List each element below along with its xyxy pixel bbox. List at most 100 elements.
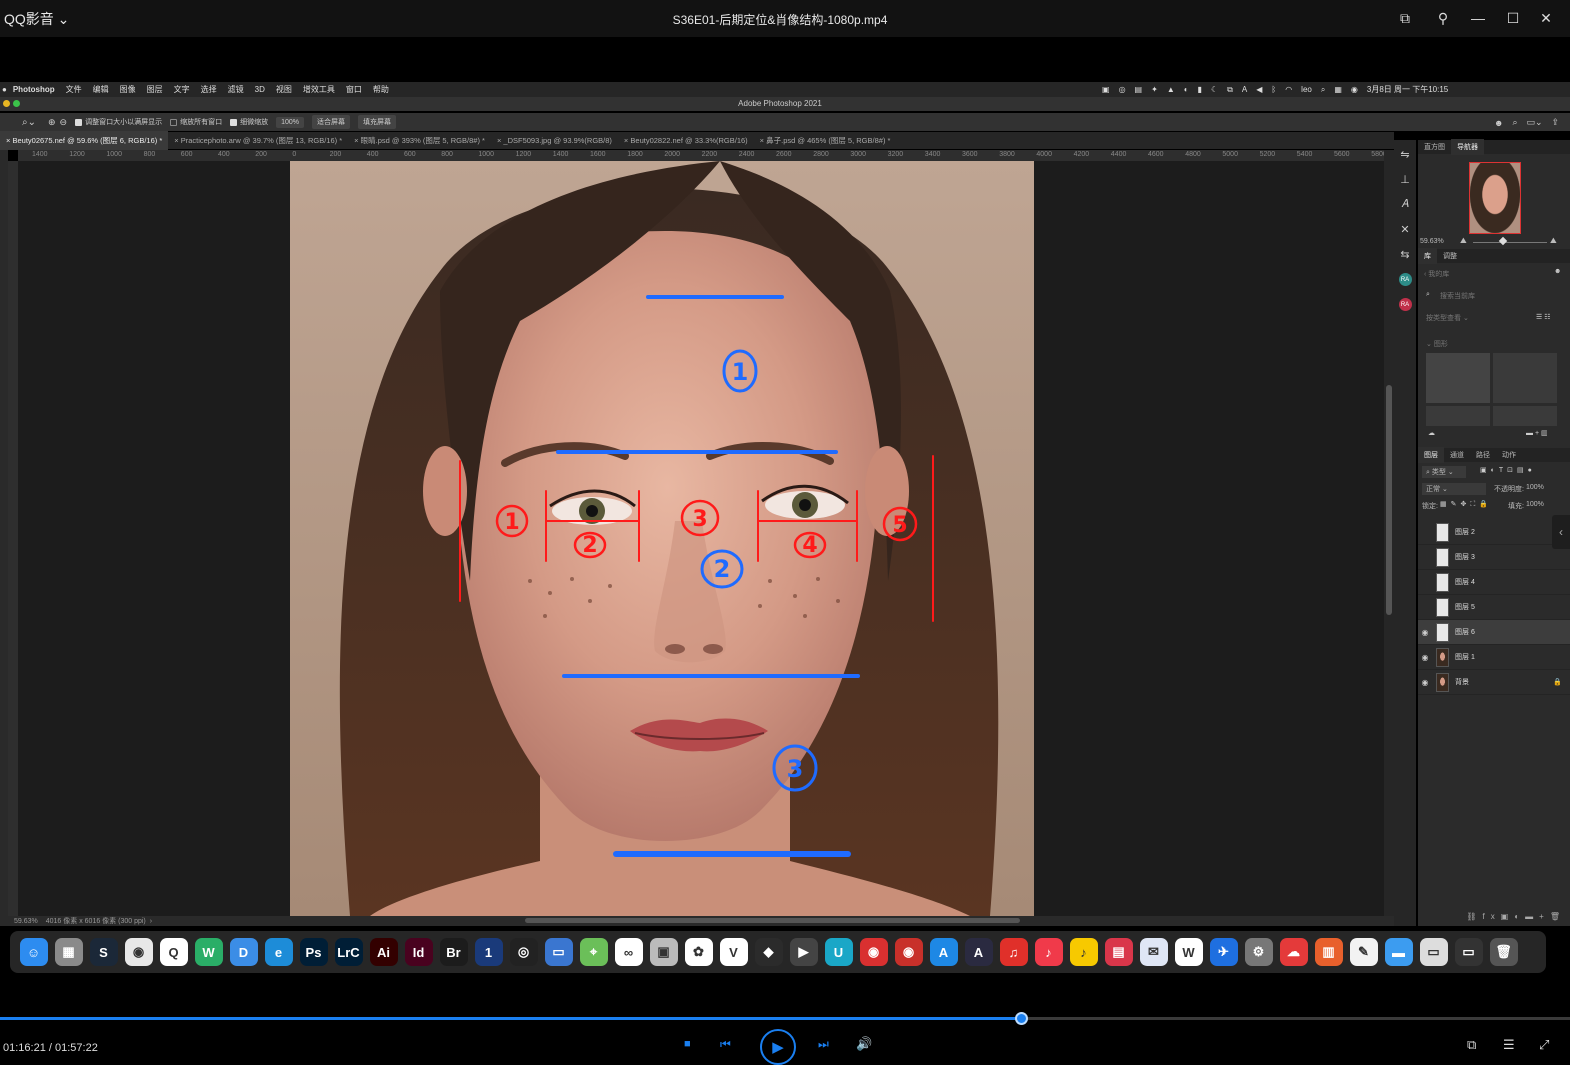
account-icon[interactable]: ☻ <box>1494 118 1503 128</box>
w-app-icon[interactable]: W <box>1174 938 1203 966</box>
opacity-field[interactable]: 100% <box>1526 484 1544 491</box>
ra-plugin-icon[interactable]: RA <box>1398 273 1412 286</box>
resize-windows-checkbox[interactable]: 调整窗口大小以满屏显示 <box>75 117 162 127</box>
scrubby-zoom-checkbox[interactable]: 细微缩放 <box>230 117 268 127</box>
final-cut-icon[interactable]: ▶ <box>789 938 818 966</box>
zoom-all-checkbox[interactable]: 缩放所有窗口 <box>170 117 222 127</box>
menubar-clock[interactable]: 3月8日 周一 下午10:15 <box>1367 84 1448 95</box>
chrome-icon[interactable]: ◉ <box>124 938 153 966</box>
fill-field[interactable]: 100% <box>1526 501 1544 508</box>
zoom-out-icon[interactable]: ⊖ <box>60 117 68 128</box>
layer-row[interactable]: 图层 4 <box>1418 570 1570 595</box>
layer-row[interactable]: ◉ 图层 6 <box>1418 620 1570 645</box>
layer-row[interactable]: 图层 2 <box>1418 520 1570 545</box>
doc-tab[interactable]: × 鼻子.psd @ 465% (图层 5, RGB/8#) * <box>754 131 897 150</box>
history-icon[interactable]: ⇋ <box>1400 148 1409 161</box>
lock-icon[interactable]: 🔒 <box>1553 678 1562 686</box>
zoom-large-icon[interactable]: ⛰ <box>1550 236 1557 246</box>
preview-icon[interactable]: ▭ <box>1419 938 1448 966</box>
trash-icon[interactable]: 🗑 <box>1489 938 1518 966</box>
menu-item[interactable]: 图层 <box>147 84 163 95</box>
eye-icon[interactable]: ◉ <box>1418 653 1432 662</box>
layer-row[interactable]: 图层 3 <box>1418 545 1570 570</box>
layer-name[interactable]: 图层 5 <box>1455 602 1475 612</box>
next-button[interactable]: ⏭ <box>818 1037 829 1052</box>
tab-navigator[interactable]: 导航器 <box>1451 139 1484 155</box>
zoom-small-icon[interactable]: ⛰ <box>1460 236 1467 246</box>
tab-actions[interactable]: 动作 <box>1496 447 1522 463</box>
status-zoom[interactable]: 59.63% <box>14 918 38 925</box>
spark-icon[interactable]: ✈ <box>1209 938 1238 966</box>
library-sort-dropdown[interactable]: 按类型查看 ⌄ <box>1426 313 1469 323</box>
dingtalk-icon[interactable]: D <box>229 938 258 966</box>
video-progress-bar[interactable] <box>0 1012 1570 1025</box>
layer-name[interactable]: 图层 1 <box>1455 652 1475 662</box>
creative-cloud-icon[interactable]: ☁ <box>1279 938 1308 966</box>
menu-item[interactable]: 3D <box>255 85 265 94</box>
input-method-icon[interactable]: A <box>1242 85 1247 94</box>
u-app-icon[interactable]: U <box>824 938 853 966</box>
menu-item[interactable]: 文字 <box>174 84 190 95</box>
volume-icon[interactable]: ◀ <box>1256 85 1262 94</box>
library-back-button[interactable]: ‹ 我的库 <box>1424 269 1449 279</box>
bird-icon[interactable]: ✦ <box>1151 85 1158 94</box>
app-store-icon[interactable]: A <box>929 938 958 966</box>
navicat-icon[interactable]: ◆ <box>754 938 783 966</box>
search-icon[interactable]: ⌕ <box>1426 291 1430 299</box>
finder-icon[interactable]: ☺ <box>19 938 48 966</box>
navigator-thumbnail[interactable] <box>1469 162 1521 234</box>
doc-tab[interactable]: × 眼睛.psd @ 393% (图层 5, RGB/8#) * <box>348 131 491 150</box>
slider-handle[interactable] <box>1498 236 1508 246</box>
settings-icon[interactable]: ☰ <box>1503 1037 1515 1053</box>
apple-icon[interactable]: ● <box>2 85 7 94</box>
layer-row[interactable]: 图层 5 <box>1418 595 1570 620</box>
clipboard-icon[interactable]: ⧉ <box>1227 85 1233 95</box>
textedit-icon[interactable]: ✎ <box>1349 938 1378 966</box>
library-actions-icon[interactable]: ▬ + ▥ <box>1526 429 1548 437</box>
zoom-value-field[interactable]: 100% <box>276 116 304 128</box>
fullscreen-icon[interactable]: ⤢ <box>1539 1037 1549 1053</box>
remote-desktop-icon[interactable]: ▭ <box>544 938 573 966</box>
display-icon[interactable]: ▤ <box>1135 85 1143 94</box>
lock-icons[interactable]: ▦✎✥⛶🔒 <box>1440 500 1492 509</box>
layer-name[interactable]: 背景 <box>1455 677 1469 687</box>
layer-row[interactable]: ◉ 图层 1 <box>1418 645 1570 670</box>
moon-icon[interactable]: ☾ <box>1211 85 1218 94</box>
scroll-thumb[interactable] <box>1386 385 1392 615</box>
menu-item[interactable]: 选择 <box>201 84 217 95</box>
menu-item[interactable]: 文件 <box>66 84 82 95</box>
menu-item[interactable]: 视图 <box>276 84 292 95</box>
tab-histogram[interactable]: 直方图 <box>1418 139 1451 155</box>
library-item[interactable] <box>1493 353 1557 403</box>
sketch-books-icon[interactable]: ▥ <box>1314 938 1343 966</box>
doc-tab-active[interactable]: × Beuty02675.nef @ 59.6% (图层 6, RGB/16) … <box>0 131 169 150</box>
fit-screen-button[interactable]: 适合屏幕 <box>311 115 350 129</box>
screen-app-icon[interactable]: ▭ <box>1454 938 1483 966</box>
radio-icon[interactable]: ▤ <box>1104 938 1133 966</box>
qq-icon[interactable]: Q <box>159 938 188 966</box>
apple-music-icon[interactable]: ♪ <box>1034 938 1063 966</box>
pin-icon[interactable]: ⚲ <box>1430 6 1456 30</box>
ra-plugin-icon[interactable]: RA <box>1398 298 1412 311</box>
wifi-icon[interactable]: ◠ <box>1285 85 1292 94</box>
edge-icon[interactable]: e <box>264 938 293 966</box>
adjust-icon[interactable]: ⇆ <box>1400 248 1409 261</box>
workspace-icon[interactable]: ▭⌄ <box>1527 117 1543 128</box>
doc-tab[interactable]: × _DSF5093.jpg @ 93.9%(RGB/8) <box>491 132 618 149</box>
netease-podcast-icon[interactable]: ◉ <box>894 938 923 966</box>
layer-name[interactable]: 图层 4 <box>1455 577 1475 587</box>
podcast-red-icon[interactable]: ◉ <box>859 938 888 966</box>
wechat-icon[interactable]: W <box>194 938 223 966</box>
library-search-input[interactable]: 搜索当前库 <box>1440 291 1475 301</box>
blend-mode-select[interactable]: 正常 ⌄ <box>1422 483 1486 495</box>
stop-button[interactable]: ■ <box>684 1038 691 1050</box>
tab-layers[interactable]: 图层 <box>1418 447 1444 463</box>
bridge-icon[interactable]: Br <box>439 938 468 966</box>
camera-icon[interactable]: ▣ <box>1102 85 1110 94</box>
canvas-vertical-scrollbar[interactable] <box>1384 150 1394 916</box>
tools-icon[interactable]: ✕ <box>1400 223 1409 236</box>
left-toolbar[interactable] <box>0 150 8 920</box>
launchpad-icon[interactable]: ▦ <box>54 938 83 966</box>
zoom-tool-icon[interactable]: ⌕⌄ <box>22 117 36 128</box>
minimize-button[interactable]: — <box>1465 6 1491 30</box>
